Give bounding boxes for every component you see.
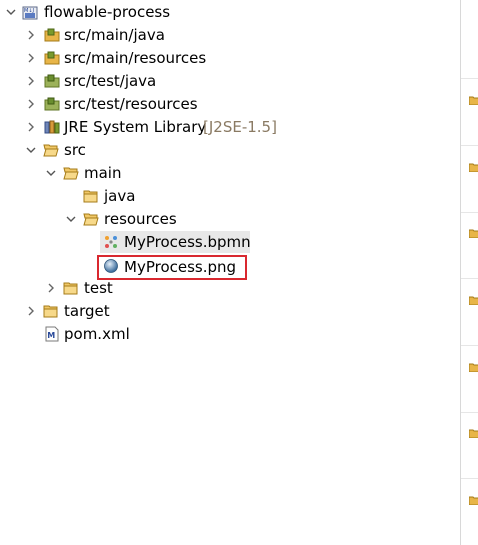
chevron-right-icon[interactable]	[25, 121, 37, 133]
divider	[461, 78, 478, 79]
tree-item-main[interactable]: main	[0, 162, 460, 184]
source-folder-icon	[44, 28, 60, 42]
tree-item-label: src/test/resources	[64, 95, 198, 113]
chevron-down-icon[interactable]	[25, 144, 37, 156]
divider	[461, 345, 478, 346]
folder-icon	[469, 296, 478, 305]
tree-item-label: src/test/java	[64, 72, 157, 90]
project-explorer-tree: M↓J flowable-process src/main/java src/m…	[0, 0, 460, 545]
folder-icon	[469, 163, 478, 172]
folder-icon	[83, 190, 98, 203]
tree-item-label: src	[64, 141, 86, 159]
project-root[interactable]: M↓J flowable-process	[0, 1, 460, 23]
tree-item-resources[interactable]: resources	[0, 208, 460, 230]
adjacent-panel	[460, 0, 478, 545]
maven-pom-file-icon: M	[45, 326, 59, 342]
chevron-right-icon[interactable]	[25, 29, 37, 41]
tree-item-src[interactable]: src	[0, 139, 460, 161]
tree-item-pom-xml[interactable]: M pom.xml	[0, 323, 460, 345]
divider	[461, 278, 478, 279]
divider	[461, 145, 478, 146]
tree-item-label: resources	[104, 210, 177, 228]
tree-item-label: test	[84, 279, 113, 297]
test-source-folder-icon	[44, 97, 60, 111]
tree-item-label: java	[104, 187, 136, 205]
divider	[461, 412, 478, 413]
folder-open-icon	[63, 167, 79, 180]
chevron-right-icon[interactable]	[25, 98, 37, 110]
folder-icon	[43, 305, 58, 318]
svg-text:M: M	[47, 331, 55, 340]
tree-item-java[interactable]: java	[0, 185, 460, 207]
chevron-right-icon[interactable]	[25, 305, 37, 317]
folder-open-icon	[83, 213, 99, 226]
tree-item-label: main	[84, 164, 122, 182]
folder-open-icon	[43, 144, 59, 157]
folder-icon	[469, 429, 478, 438]
chevron-right-icon[interactable]	[25, 52, 37, 64]
tree-item-src-main-java[interactable]: src/main/java	[0, 24, 460, 46]
chevron-right-icon[interactable]	[25, 75, 37, 87]
source-folder-icon	[44, 51, 60, 65]
tree-item-src-test-java[interactable]: src/test/java	[0, 70, 460, 92]
divider	[461, 212, 478, 213]
tree-item-label: MyProcess.bpmn	[124, 233, 251, 251]
folder-icon	[469, 363, 478, 372]
folder-icon	[469, 229, 478, 238]
tree-item-label: src/main/resources	[64, 49, 207, 67]
tree-item-src-main-resources[interactable]: src/main/resources	[0, 47, 460, 69]
project-name: flowable-process	[44, 3, 171, 21]
tree-item-test[interactable]: test	[0, 277, 460, 299]
tree-item-target[interactable]: target	[0, 300, 460, 322]
chevron-down-icon[interactable]	[5, 6, 17, 18]
bpmn-file-icon	[105, 236, 117, 248]
tree-item-myprocess-bpmn[interactable]: MyProcess.bpmn	[100, 231, 251, 253]
tree-item-label: pom.xml	[64, 325, 130, 343]
tree-item-label: src/main/java	[64, 26, 165, 44]
test-source-folder-icon	[44, 74, 60, 88]
tree-item-jre-system-library[interactable]: JRE System Library [J2SE-1.5]	[0, 116, 460, 138]
chevron-right-icon[interactable]	[45, 282, 57, 294]
tree-item-label: JRE System Library	[64, 118, 207, 136]
folder-icon	[469, 96, 478, 105]
folder-icon	[469, 496, 478, 505]
folder-icon	[63, 282, 78, 295]
tree-item-src-test-resources[interactable]: src/test/resources	[0, 93, 460, 115]
chevron-down-icon[interactable]	[45, 167, 57, 179]
maven-project-icon: M↓J	[22, 6, 38, 20]
divider	[461, 478, 478, 479]
tree-item-label: target	[64, 302, 110, 320]
library-icon	[44, 120, 60, 134]
chevron-down-icon[interactable]	[65, 213, 77, 225]
library-decoration: [J2SE-1.5]	[203, 118, 277, 136]
